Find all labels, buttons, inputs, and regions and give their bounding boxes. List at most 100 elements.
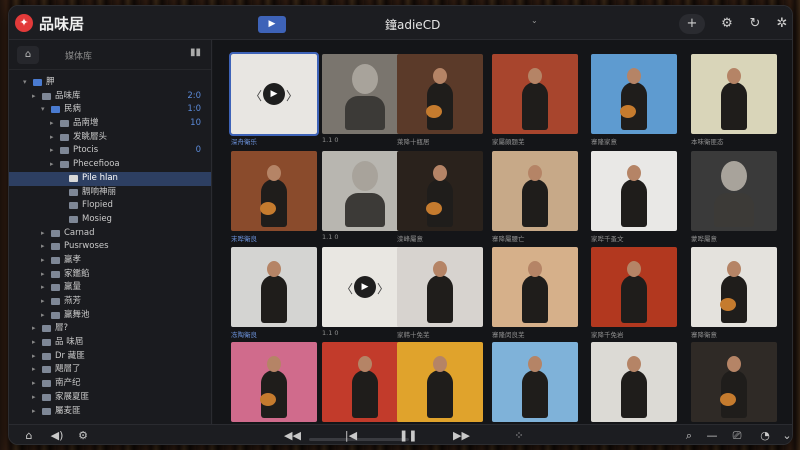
chevron-right-icon[interactable]: ▸ [41,254,49,268]
album-caption[interactable]: 深舟衛乐 [231,136,317,147]
chevron-right-icon[interactable]: ▸ [41,268,49,282]
album-caption[interactable]: 寨降屬腰亡 [492,233,578,244]
settings-icon[interactable]: ⚙ [75,428,91,444]
album-tile[interactable] [322,342,408,422]
album-tile[interactable] [231,247,317,327]
refresh-icon[interactable]: ↻ [745,14,765,34]
album-caption[interactable]: 萊降十瓶居 [397,136,483,147]
home-button[interactable]: ⌂ [17,46,39,64]
chevron-right-icon[interactable]: ▸ [41,227,49,241]
horizontal-scrollbar[interactable] [309,438,409,441]
album-tile[interactable] [397,54,483,134]
volume-icon[interactable]: ◀) [49,428,65,444]
chevron-right-icon[interactable]: ▸ [50,158,58,172]
pause-icon[interactable]: ❚❚ [399,428,417,444]
album-tile[interactable] [231,342,317,422]
sidebar-tree-item[interactable]: 膈响神丽 [9,186,211,200]
album-tile[interactable] [691,247,777,327]
grid-icon[interactable]: ⁘ [511,428,527,444]
chevron-right-icon[interactable]: ▸ [41,281,49,295]
chevron-right-icon[interactable]: ▸ [41,240,49,254]
album-tile[interactable]: 〈〉 ▶ [322,247,408,327]
sidebar-tree-item[interactable]: ▸ 发眺層头 [9,131,211,145]
album-tile[interactable] [591,151,677,231]
sidebar-tree-item[interactable]: ▸ 羸舞池 [9,309,211,323]
chevron-right-icon[interactable]: ▸ [32,90,40,104]
sidebar-tree-item[interactable]: ▸ Dr 藏匪 [9,350,211,364]
album-tile[interactable] [322,54,408,134]
previous-icon[interactable]: |◀ [343,428,359,444]
album-caption[interactable]: 末哗衛良 [231,233,317,244]
sidebar-tree-item[interactable]: ▸ Ptocis 0 [9,144,211,158]
sidebar-tree-item[interactable]: ▸ 南产纪 [9,377,211,391]
album-caption[interactable]: 家屬頗题芜 [492,136,578,147]
sidebar-tree-item[interactable]: ▸ 飓層了 [9,363,211,377]
album-tile[interactable] [492,151,578,231]
album-tile[interactable] [231,151,317,231]
sidebar-tree-item[interactable]: Flopied [9,199,211,213]
play-button[interactable]: ▶ [258,16,286,33]
chevron-right-icon[interactable]: ▸ [32,350,40,364]
chevron-right-icon[interactable]: ▸ [50,144,58,158]
sidebar-tree-item[interactable]: Mosieg [9,213,211,227]
minus-icon[interactable]: — [704,428,720,444]
sidebar-tree-item[interactable]: ▸ 家鑑餡 [9,268,211,282]
sidebar-tree-item[interactable]: ▾ 胛 [9,76,211,90]
album-caption[interactable]: 家韩十免芜 [397,329,483,340]
album-caption[interactable]: 冻陶衛良 [231,329,317,340]
chevron-right-icon[interactable]: ▸ [41,309,49,323]
chevron-down-icon[interactable]: ▾ [23,76,31,90]
rewind-icon[interactable]: ◀◀ [284,428,301,444]
chevron-right-icon[interactable]: ▸ [41,295,49,309]
chevron-right-icon[interactable]: ▸ [32,405,40,419]
album-tile[interactable] [691,151,777,231]
album-tile[interactable] [397,151,483,231]
sidebar-tree-item[interactable]: Pile hlan [9,171,211,186]
fast-forward-icon[interactable]: ▶▶ [453,428,470,444]
chevron-down-icon[interactable]: ▾ [41,103,49,117]
album-caption[interactable]: 1.1 0 [322,136,408,147]
sidebar-tree-item[interactable]: ▸ Carnad [9,227,211,241]
chevron-right-icon[interactable]: ▸ [50,117,58,131]
play-circle-icon[interactable]: ▶ [354,276,376,298]
sidebar-tree-item[interactable]: ▸ 品 味屆 [9,336,211,350]
sidebar-tree-item[interactable]: ▸ 燕芳 [9,295,211,309]
chevron-right-icon[interactable]: ▸ [32,322,40,336]
sidebar-tree-item[interactable]: ▸ 品南增 10 [9,117,211,131]
album-tile[interactable] [591,54,677,134]
album-caption[interactable]: 滦峰屬意 [397,233,483,244]
sidebar-tree-item[interactable]: ▸ Phecefiooa [9,158,211,172]
play-circle-icon[interactable]: ▶ [263,83,285,105]
album-tile[interactable] [322,151,408,231]
album-caption[interactable]: 家降千免岩 [591,329,677,340]
album-tile[interactable] [691,342,777,422]
album-caption[interactable]: 1.1 0 [322,233,408,244]
album-tile[interactable] [492,54,578,134]
album-tile[interactable] [591,342,677,422]
timer-icon[interactable]: ◔ [757,428,773,444]
sidebar-tree-item[interactable]: ▸ 品味库 2:0 [9,90,211,104]
album-tile[interactable] [397,342,483,422]
stats-icon[interactable]: ▮▮ [190,47,201,58]
album-tile[interactable] [492,247,578,327]
sidebar-tree-item[interactable]: ▸ 家展夏匪 [9,391,211,405]
chevron-right-icon[interactable]: ▸ [32,363,40,377]
album-caption[interactable]: 寨降衛意 [691,329,777,340]
sidebar-tree-item[interactable]: ▸ 屬麦匪 [9,405,211,419]
album-tile[interactable] [397,247,483,327]
title-dropdown-icon[interactable]: ⌄ [531,16,538,25]
settings-cog-icon[interactable]: ✲ [772,14,792,34]
album-caption[interactable]: 蒙哗屬意 [691,233,777,244]
album-caption[interactable]: 1.1 0 [322,329,408,340]
cast-icon[interactable]: ⎚ [729,428,745,444]
album-caption[interactable]: 寨隆家意 [591,136,677,147]
sidebar-tree-item[interactable]: ▸ 層? [9,322,211,336]
sidebar-tree-item[interactable]: ▸ 羸量 [9,281,211,295]
album-tile[interactable] [691,54,777,134]
album-caption[interactable]: 家哗千蚤文 [591,233,677,244]
album-tile[interactable] [492,342,578,422]
chevron-right-icon[interactable]: ▸ [32,391,40,405]
chevron-right-icon[interactable]: ▸ [50,131,58,145]
chevron-down-icon[interactable]: ⌄ [779,428,792,444]
album-caption[interactable]: 本味衛匪态 [691,136,777,147]
